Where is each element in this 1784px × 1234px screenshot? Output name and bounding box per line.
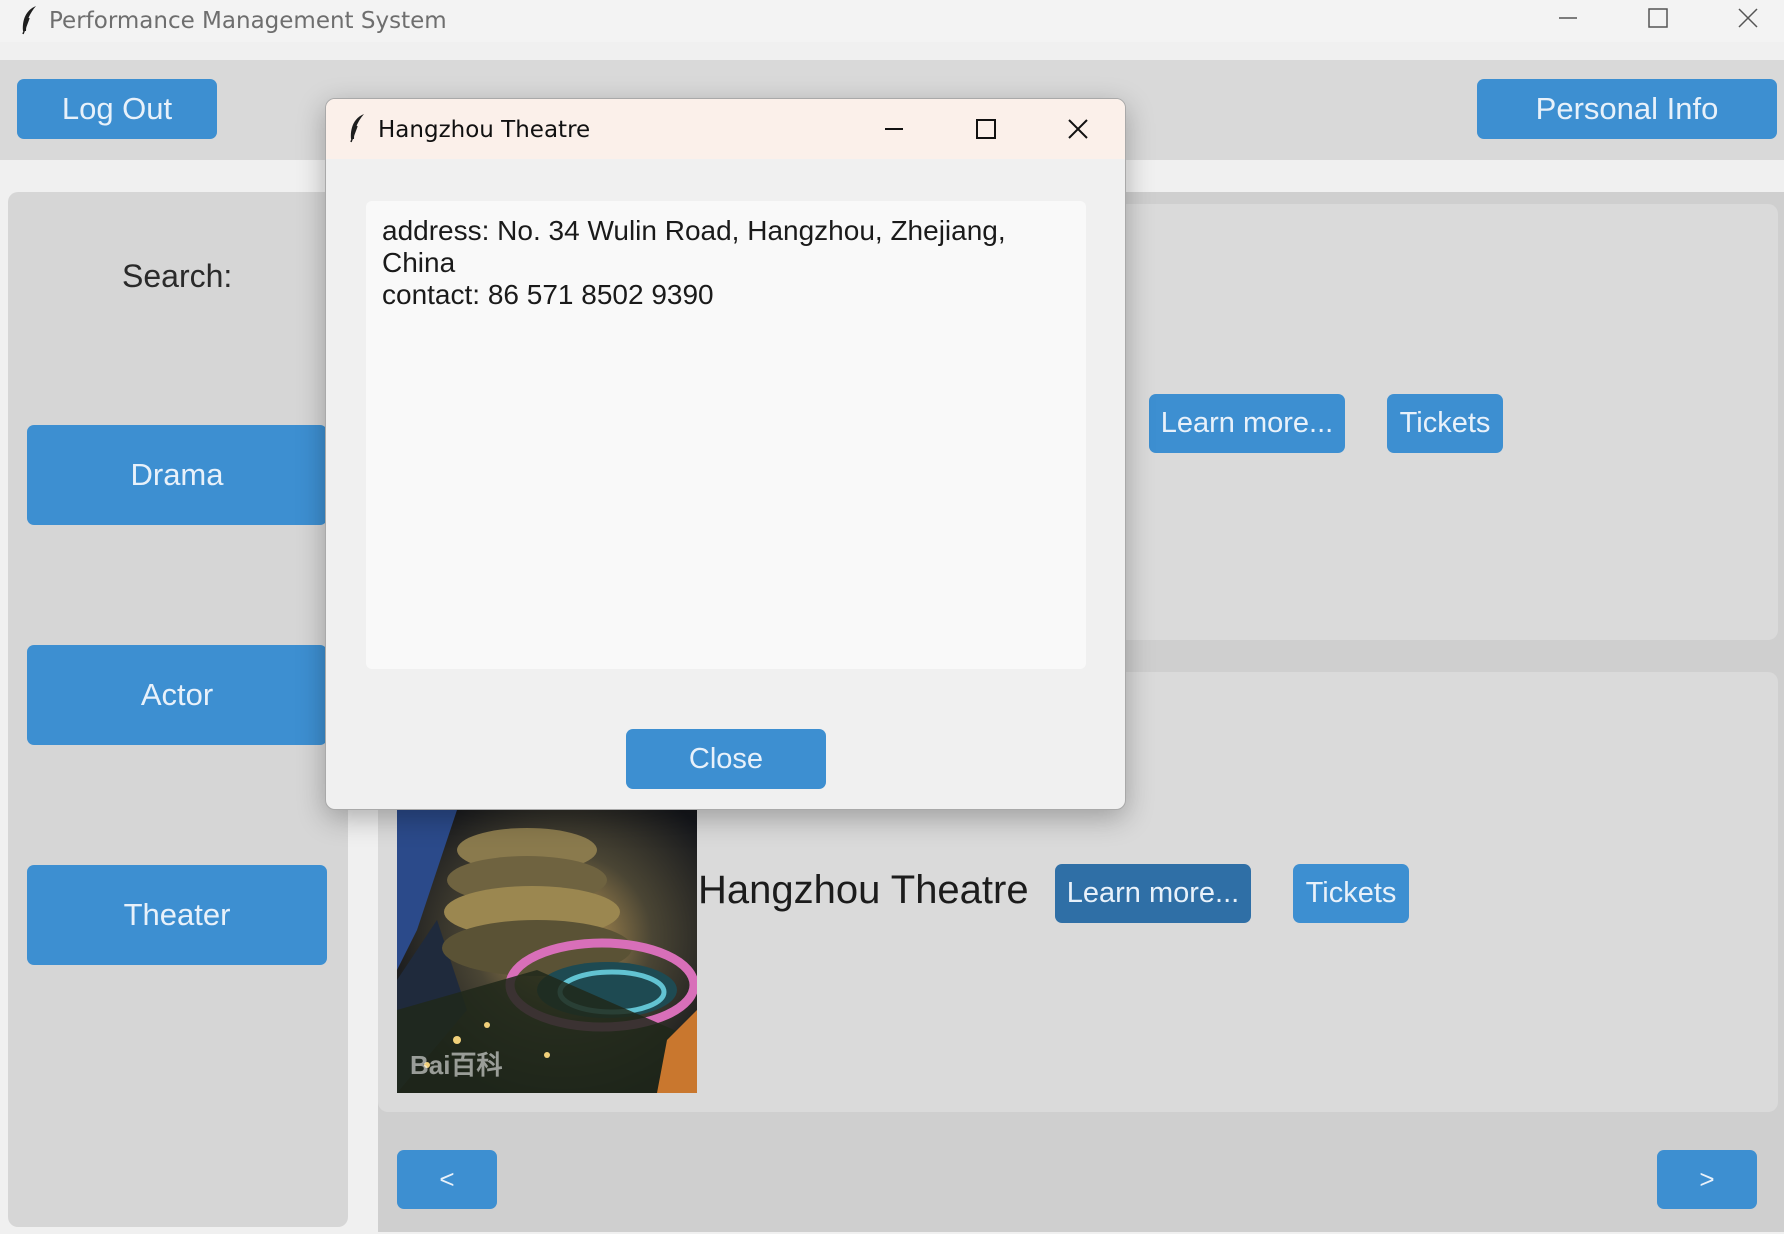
tickets-button[interactable]: Tickets bbox=[1293, 864, 1409, 923]
theatre-info-dialog: Hangzhou Theatre address: No. 34 Wulin R… bbox=[325, 98, 1126, 810]
sidebar-item-drama[interactable]: Drama bbox=[27, 425, 327, 525]
sidebar-item-actor[interactable]: Actor bbox=[27, 645, 327, 745]
close-icon[interactable] bbox=[1728, 0, 1768, 36]
feather-icon bbox=[18, 4, 40, 41]
maximize-icon[interactable] bbox=[1638, 0, 1678, 36]
next-page-button[interactable]: > bbox=[1657, 1150, 1757, 1209]
close-icon[interactable] bbox=[1058, 111, 1098, 147]
dialog-titlebar: Hangzhou Theatre bbox=[326, 99, 1125, 159]
previous-page-button[interactable]: < bbox=[397, 1150, 497, 1209]
close-button[interactable]: Close bbox=[626, 729, 826, 789]
window-titlebar: Performance Management System bbox=[0, 0, 1784, 42]
window-title: Performance Management System bbox=[49, 8, 447, 34]
theater-name: Hangzhou Theatre bbox=[698, 868, 1029, 912]
search-label: Search: bbox=[122, 258, 233, 294]
dialog-title: Hangzhou Theatre bbox=[378, 117, 591, 143]
logout-button[interactable]: Log Out bbox=[17, 79, 217, 139]
tickets-button[interactable]: Tickets bbox=[1387, 394, 1503, 453]
learn-more-button[interactable]: Learn more... bbox=[1055, 864, 1251, 923]
sidebar-item-theater[interactable]: Theater bbox=[27, 865, 327, 965]
feather-icon bbox=[346, 112, 368, 149]
learn-more-button[interactable]: Learn more... bbox=[1149, 394, 1345, 453]
minimize-icon[interactable] bbox=[1548, 0, 1588, 36]
theatre-info-text: address: No. 34 Wulin Road, Hangzhou, Zh… bbox=[366, 201, 1086, 669]
maximize-icon[interactable] bbox=[966, 111, 1006, 147]
image-watermark: Bai百科 bbox=[410, 1050, 503, 1080]
personal-info-button[interactable]: Personal Info bbox=[1477, 79, 1777, 139]
minimize-icon[interactable] bbox=[874, 111, 914, 147]
